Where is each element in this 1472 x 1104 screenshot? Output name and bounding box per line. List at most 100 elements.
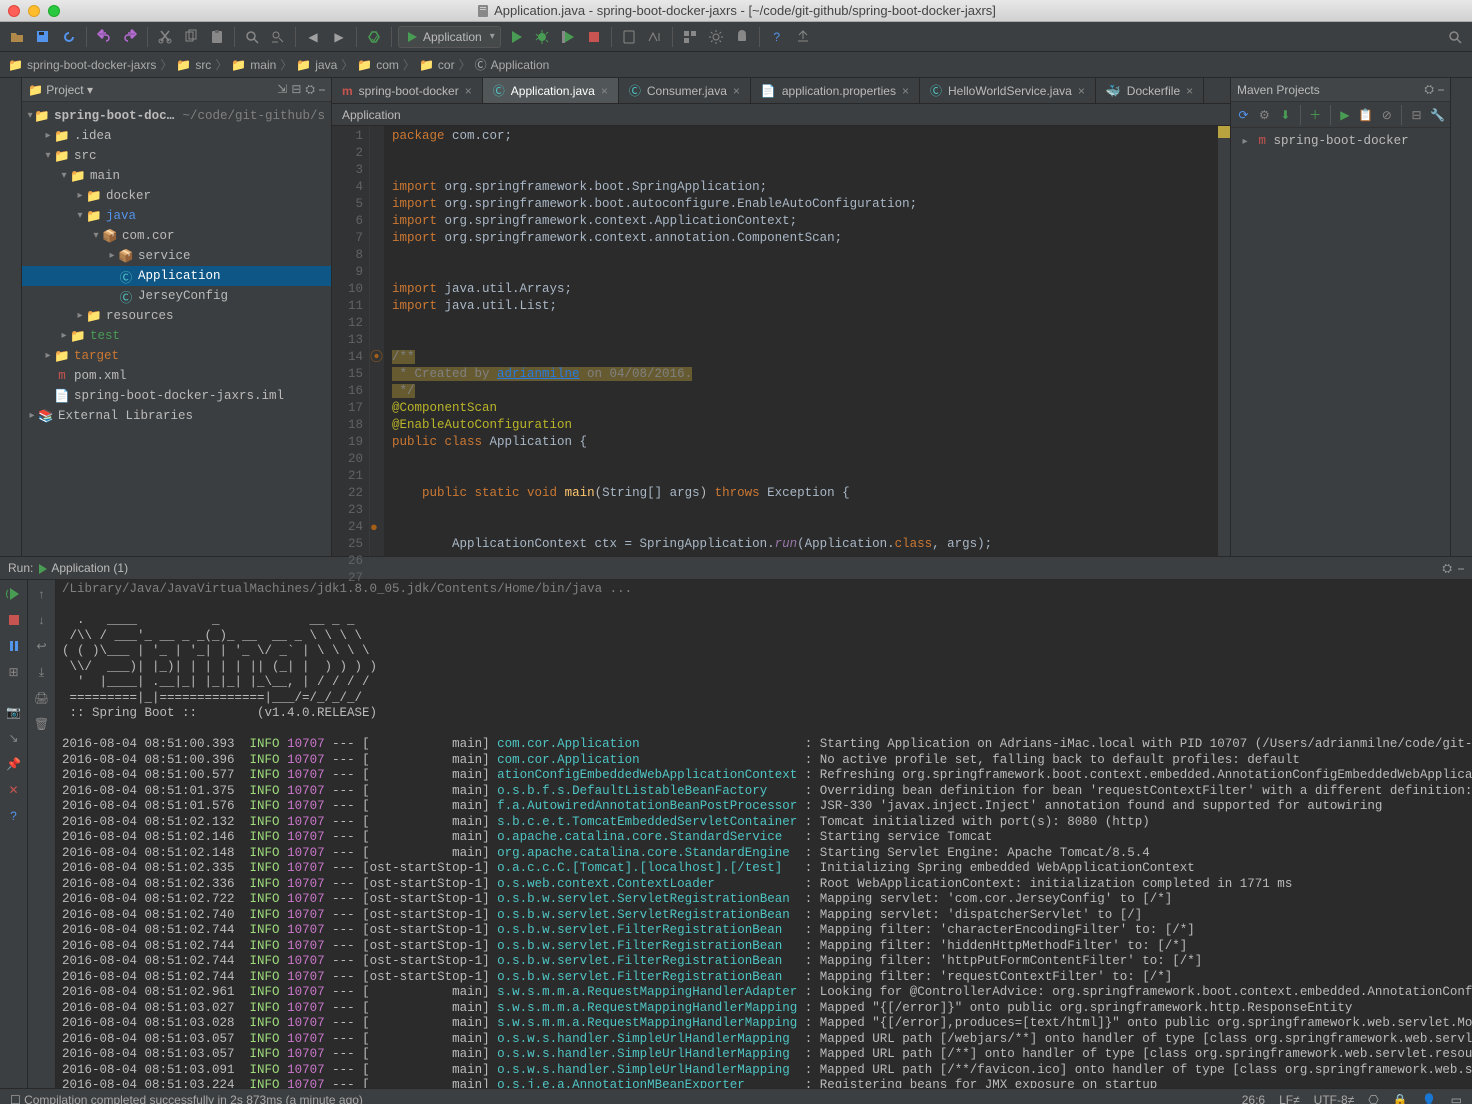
- crumb-main[interactable]: 📁 main: [229, 58, 278, 72]
- hide-panel-icon[interactable]: ⎯: [319, 82, 325, 97]
- hector-icon[interactable]: 👤: [1422, 1093, 1437, 1104]
- tab-docker[interactable]: 🐳Dockerfile×: [1096, 78, 1204, 103]
- down-icon[interactable]: ↓: [32, 610, 52, 630]
- reimport-icon[interactable]: ⟳: [1235, 105, 1252, 125]
- print-icon[interactable]: 🖨: [32, 688, 52, 708]
- close-window-icon[interactable]: [8, 5, 20, 17]
- crumb-file[interactable]: Ⓒ Application: [473, 56, 552, 73]
- collapse-all-icon[interactable]: ⊟: [291, 82, 301, 97]
- debug-icon[interactable]: [531, 26, 553, 48]
- crumb-src[interactable]: 📁 src: [174, 58, 213, 72]
- tree-target[interactable]: ▸📁target: [22, 346, 331, 366]
- open-file-icon[interactable]: [6, 26, 28, 48]
- toggle-icon[interactable]: ⊘: [1378, 105, 1395, 125]
- project-view-select[interactable]: 📁 Project ▾: [28, 83, 93, 97]
- paste-icon[interactable]: [206, 26, 228, 48]
- rerun-icon[interactable]: [4, 584, 24, 604]
- restore-icon[interactable]: ⊞: [4, 662, 24, 682]
- find-icon[interactable]: [241, 26, 263, 48]
- crumb-cor[interactable]: 📁 cor: [417, 58, 457, 72]
- dump-icon[interactable]: 📷: [4, 702, 24, 722]
- structure-icon[interactable]: [679, 26, 701, 48]
- panel-settings-icon[interactable]: ⛭: [1442, 561, 1452, 576]
- code-editor[interactable]: package com.cor; import org.springframew…: [384, 126, 1218, 556]
- run-icon[interactable]: [505, 26, 527, 48]
- crumb-java[interactable]: 📁 java: [294, 58, 339, 72]
- sdk-icon[interactable]: [644, 26, 666, 48]
- tab-properties[interactable]: 📄application.properties×: [751, 78, 920, 103]
- close-icon[interactable]: ×: [1186, 84, 1193, 98]
- help-icon[interactable]: ?: [4, 806, 24, 826]
- memory-icon[interactable]: ▭: [1451, 1093, 1462, 1104]
- tab-hello[interactable]: ⒸHelloWorldService.java×: [920, 78, 1096, 103]
- tab-application[interactable]: ⒸApplication.java×: [483, 78, 619, 103]
- run-maven-icon[interactable]: ▶: [1336, 105, 1353, 125]
- editor-gutter[interactable]: ⦿ ●: [370, 126, 384, 556]
- coverage-icon[interactable]: [557, 26, 579, 48]
- execute-icon[interactable]: 📋: [1357, 105, 1374, 125]
- crumb-project[interactable]: 📁 spring-boot-docker-jaxrs: [6, 58, 158, 72]
- panel-settings-icon[interactable]: ⛭: [1424, 82, 1434, 97]
- tree-main[interactable]: ▾📁main: [22, 166, 331, 186]
- exit-icon[interactable]: ↘: [4, 728, 24, 748]
- clear-icon[interactable]: 🗑: [32, 714, 52, 734]
- pause-icon[interactable]: [4, 636, 24, 656]
- stop-icon[interactable]: [4, 610, 24, 630]
- close-icon[interactable]: ×: [733, 84, 740, 98]
- redo-icon[interactable]: [119, 26, 141, 48]
- close-run-icon[interactable]: ✕: [4, 780, 24, 800]
- save-all-icon[interactable]: [32, 26, 54, 48]
- console-output[interactable]: /Library/Java/JavaVirtualMachines/jdk1.8…: [56, 580, 1472, 1088]
- undo-icon[interactable]: [93, 26, 115, 48]
- build-icon[interactable]: [363, 26, 385, 48]
- tree-jersey[interactable]: ⒸJerseyConfig: [22, 286, 331, 306]
- encoding[interactable]: UTF-8≠: [1314, 1093, 1355, 1104]
- sync-icon[interactable]: [58, 26, 80, 48]
- autoscroll-icon[interactable]: ⇲: [277, 82, 287, 97]
- tree-docker[interactable]: ▸📁docker: [22, 186, 331, 206]
- collapse-icon[interactable]: ⊟: [1408, 105, 1425, 125]
- replace-icon[interactable]: [267, 26, 289, 48]
- tab-consumer[interactable]: ⒸConsumer.java×: [619, 78, 751, 103]
- crumb-com[interactable]: 📁 com: [355, 58, 401, 72]
- close-icon[interactable]: ×: [601, 84, 608, 98]
- cut-icon[interactable]: [154, 26, 176, 48]
- avd-icon[interactable]: [618, 26, 640, 48]
- pin-icon[interactable]: 📌: [4, 754, 24, 774]
- help-icon[interactable]: ?: [766, 26, 788, 48]
- maximize-window-icon[interactable]: [48, 5, 60, 17]
- add-icon[interactable]: ＋: [1307, 105, 1324, 125]
- android-icon[interactable]: [731, 26, 753, 48]
- lock-icon[interactable]: 🔒: [1393, 1093, 1408, 1104]
- panel-settings-icon[interactable]: ⛭: [305, 82, 315, 97]
- close-icon[interactable]: ×: [1078, 84, 1085, 98]
- download-icon[interactable]: ⬇: [1277, 105, 1294, 125]
- tree-iml[interactable]: 📄spring-boot-docker-jaxrs.iml: [22, 386, 331, 406]
- close-icon[interactable]: ×: [465, 84, 472, 98]
- maven-tree[interactable]: ▸ m spring-boot-docker: [1231, 128, 1450, 154]
- stop-icon[interactable]: [583, 26, 605, 48]
- close-icon[interactable]: ×: [902, 84, 909, 98]
- hide-panel-icon[interactable]: ⎯: [1458, 561, 1464, 576]
- tree-test[interactable]: ▸📁test: [22, 326, 331, 346]
- line-sep[interactable]: LF≠: [1279, 1093, 1300, 1104]
- settings-icon[interactable]: [705, 26, 727, 48]
- context[interactable]: ⎔: [1368, 1093, 1378, 1104]
- error-stripe[interactable]: [1218, 126, 1230, 556]
- minimize-window-icon[interactable]: [28, 5, 40, 17]
- project-tree[interactable]: ▾📁spring-boot-docker-jaxrs~/code/git-git…: [22, 102, 331, 556]
- up-icon[interactable]: ↑: [32, 584, 52, 604]
- tree-pom[interactable]: mpom.xml: [22, 366, 331, 386]
- search-everywhere-icon[interactable]: [1444, 26, 1466, 48]
- tree-application[interactable]: ⒸApplication: [22, 266, 331, 286]
- warning-indicator[interactable]: [1218, 126, 1230, 138]
- tab-pom[interactable]: mspring-boot-docker×: [332, 78, 483, 103]
- editor-breadcrumb[interactable]: Application: [332, 104, 1230, 126]
- update-icon[interactable]: [792, 26, 814, 48]
- tree-java[interactable]: ▾📁java: [22, 206, 331, 226]
- back-icon[interactable]: ◀: [302, 26, 324, 48]
- tree-idea[interactable]: ▸📁.idea: [22, 126, 331, 146]
- tree-src[interactable]: ▾📁src: [22, 146, 331, 166]
- tree-resources[interactable]: ▸📁resources: [22, 306, 331, 326]
- scroll-end-icon[interactable]: ⤓: [32, 662, 52, 682]
